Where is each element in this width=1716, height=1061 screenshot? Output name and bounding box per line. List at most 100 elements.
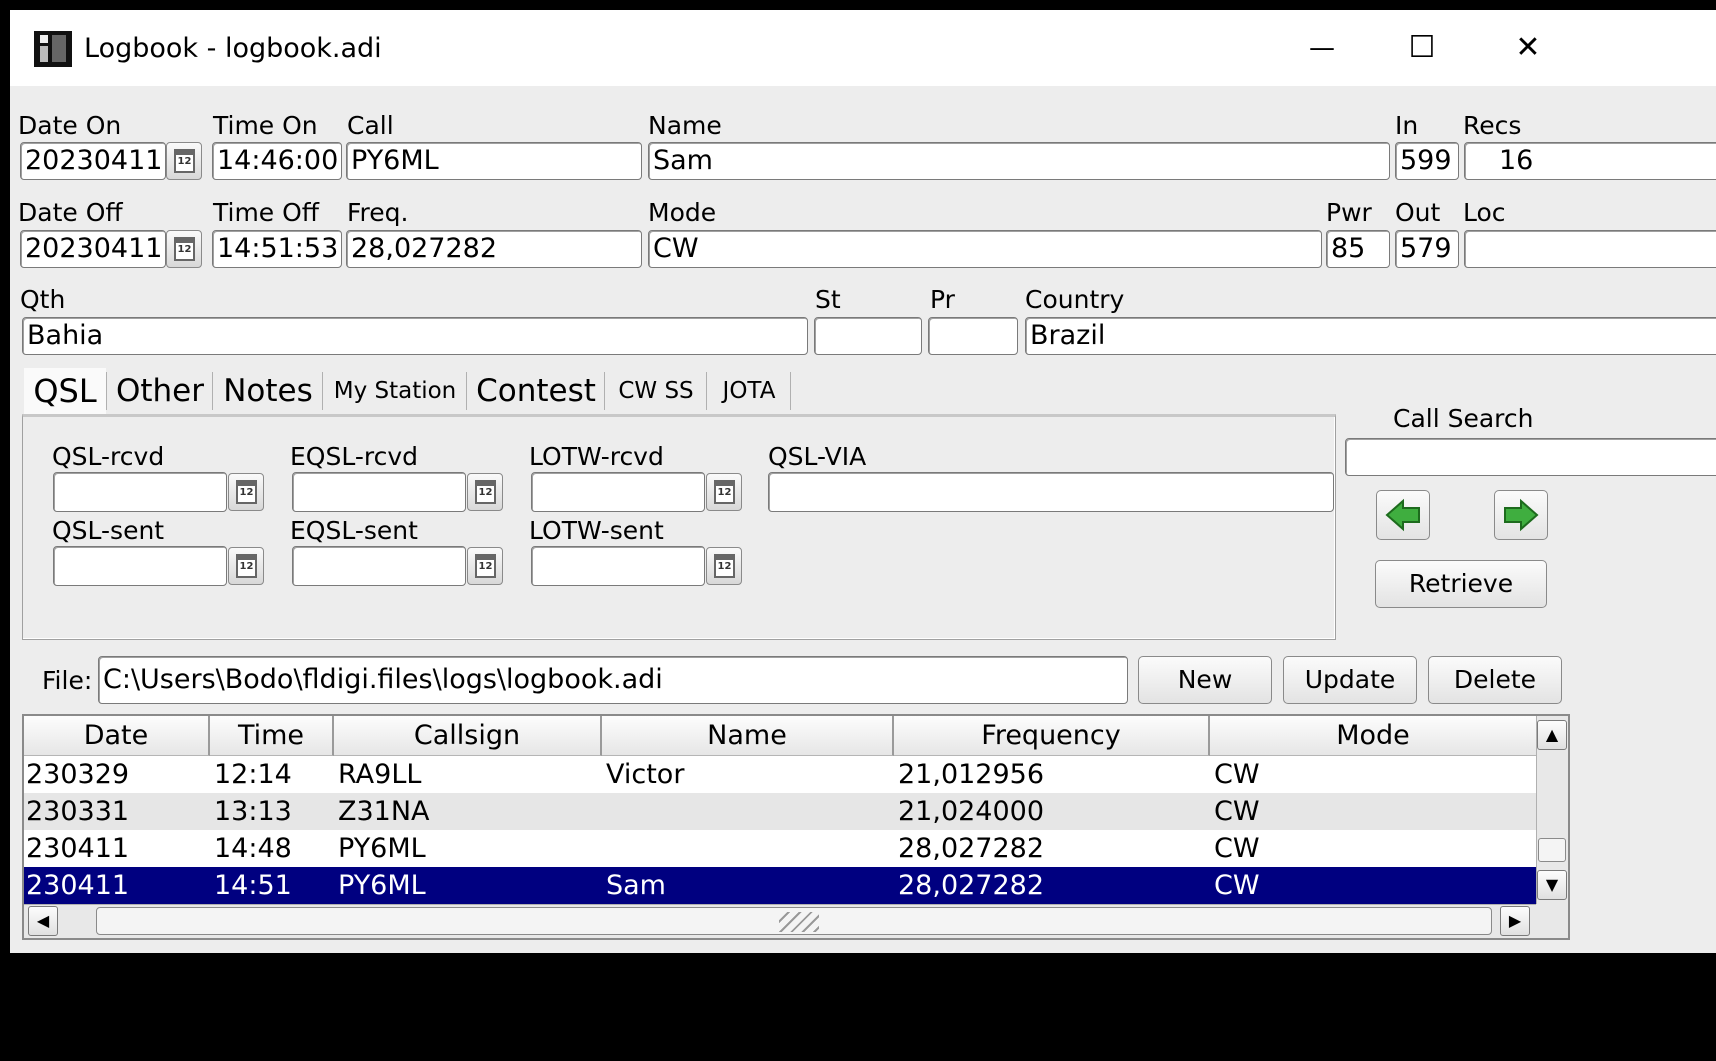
- qsl-via-field[interactable]: [768, 472, 1334, 512]
- date-on-label: Date On: [18, 111, 122, 140]
- update-button[interactable]: Update: [1283, 656, 1417, 704]
- lotw-rcvd-calendar-icon[interactable]: 12: [706, 473, 742, 511]
- pwr-field[interactable]: 85: [1326, 230, 1390, 268]
- cell-mode: CW: [1214, 833, 1260, 864]
- qsl-rcvd-field[interactable]: [53, 472, 227, 512]
- retrieve-button[interactable]: Retrieve: [1375, 560, 1547, 608]
- time-on-field[interactable]: 14:46:00: [212, 142, 342, 180]
- column-header-frequency[interactable]: Frequency: [894, 716, 1210, 756]
- tab-qsl[interactable]: QSL: [24, 368, 106, 414]
- tab-cw-ss[interactable]: CW SS: [608, 368, 704, 414]
- column-header-time[interactable]: Time: [210, 716, 334, 756]
- tab-jota[interactable]: JOTA: [710, 368, 788, 414]
- minimize-button[interactable]: —: [1292, 28, 1352, 68]
- loc-field[interactable]: [1464, 230, 1716, 268]
- cell-name: Sam: [606, 870, 666, 901]
- lotw-sent-calendar-icon[interactable]: 12: [706, 547, 742, 585]
- title-bar[interactable]: Logbook - logbook.adi — ☐ ✕: [10, 10, 1716, 86]
- maximize-button[interactable]: ☐: [1392, 28, 1452, 68]
- call-field[interactable]: PY6ML: [346, 142, 642, 180]
- column-header-name[interactable]: Name: [602, 716, 894, 756]
- state-field[interactable]: [814, 317, 922, 355]
- cell-callsign: PY6ML: [338, 833, 426, 864]
- horizontal-scroll-thumb[interactable]: [96, 907, 1492, 935]
- qsl-sent-calendar-icon[interactable]: 12: [228, 547, 264, 585]
- scroll-down-icon[interactable]: ▼: [1537, 870, 1567, 900]
- cell-mode: CW: [1214, 759, 1260, 790]
- grip-icon: [779, 912, 819, 932]
- out-label: Out: [1395, 198, 1441, 227]
- date-off-field[interactable]: 20230411: [20, 230, 166, 268]
- cell-date: 230329: [26, 759, 130, 790]
- cell-callsign: RA9LL: [338, 759, 422, 790]
- tab-contest[interactable]: Contest: [470, 368, 602, 414]
- cell-callsign: Z31NA: [338, 796, 430, 827]
- column-header-date[interactable]: Date: [24, 716, 210, 756]
- eqsl-sent-field[interactable]: [292, 546, 466, 586]
- cell-time: 13:13: [214, 796, 292, 827]
- tab-other[interactable]: Other: [110, 368, 210, 414]
- next-record-button[interactable]: [1494, 490, 1548, 540]
- delete-button[interactable]: Delete: [1428, 656, 1562, 704]
- eqsl-rcvd-calendar-icon[interactable]: 12: [467, 473, 503, 511]
- scroll-left-icon[interactable]: ◀: [28, 906, 58, 936]
- qth-field[interactable]: Bahia: [22, 317, 808, 355]
- date-off-calendar-icon[interactable]: 12: [166, 230, 202, 268]
- rst-in-field[interactable]: 599: [1395, 142, 1459, 180]
- lotw-rcvd-label: LOTW-rcvd: [529, 442, 664, 471]
- qsl-sent-field[interactable]: [53, 546, 227, 586]
- table-row[interactable]: 230411 14:51 PY6ML Sam 28,027282 CW: [24, 867, 1536, 904]
- cell-frequency: 21,012956: [898, 759, 1045, 790]
- st-label: St: [815, 285, 841, 314]
- lotw-sent-label: LOTW-sent: [529, 516, 664, 545]
- qsl-rcvd-calendar-icon[interactable]: 12: [228, 473, 264, 511]
- time-off-field[interactable]: 14:51:53: [212, 230, 342, 268]
- table-row[interactable]: 230329 12:14 RA9LL Victor 21,012956 CW: [24, 756, 1536, 793]
- country-field[interactable]: Brazil: [1025, 317, 1716, 355]
- file-label: File:: [42, 666, 93, 695]
- cell-time: 14:48: [214, 833, 292, 864]
- vertical-scroll-thumb[interactable]: [1538, 838, 1566, 862]
- qsl-rcvd-label: QSL-rcvd: [52, 442, 165, 471]
- in-label: In: [1395, 111, 1419, 140]
- province-field[interactable]: [928, 317, 1018, 355]
- column-header-callsign[interactable]: Callsign: [334, 716, 602, 756]
- tab-notes[interactable]: Notes: [216, 368, 320, 414]
- cell-callsign: PY6ML: [338, 870, 426, 901]
- rst-out-field[interactable]: 579: [1395, 230, 1459, 268]
- date-off-label: Date Off: [18, 198, 123, 227]
- table-row[interactable]: 230411 14:48 PY6ML 28,027282 CW: [24, 830, 1536, 867]
- eqsl-rcvd-field[interactable]: [292, 472, 466, 512]
- resize-grip[interactable]: [1536, 904, 1568, 938]
- recs-field: 16: [1464, 142, 1716, 180]
- name-field[interactable]: Sam: [648, 142, 1390, 180]
- arrow-left-icon: [1385, 498, 1420, 532]
- column-header-mode[interactable]: Mode: [1210, 716, 1536, 756]
- tab-my-station[interactable]: My Station: [326, 368, 464, 414]
- lotw-rcvd-field[interactable]: [531, 472, 705, 512]
- window-title: Logbook - logbook.adi: [84, 33, 382, 64]
- qth-label: Qth: [20, 285, 66, 314]
- scroll-right-icon[interactable]: ▶: [1500, 906, 1530, 936]
- scroll-up-icon[interactable]: ▲: [1537, 720, 1567, 750]
- eqsl-sent-calendar-icon[interactable]: 12: [467, 547, 503, 585]
- name-label: Name: [648, 111, 722, 140]
- date-on-field[interactable]: 20230411: [20, 142, 166, 180]
- table-row[interactable]: 230331 13:13 Z31NA 21,024000 CW: [24, 793, 1536, 830]
- recs-label: Recs: [1463, 111, 1522, 140]
- country-label: Country: [1025, 285, 1125, 314]
- new-button[interactable]: New: [1138, 656, 1272, 704]
- mode-field[interactable]: CW: [648, 230, 1322, 268]
- previous-record-button[interactable]: [1376, 490, 1430, 540]
- close-button[interactable]: ✕: [1498, 28, 1558, 68]
- cell-frequency: 28,027282: [898, 833, 1045, 864]
- freq-field[interactable]: 28,027282: [346, 230, 642, 268]
- date-on-calendar-icon[interactable]: 12: [166, 142, 202, 180]
- cell-mode: CW: [1214, 796, 1260, 827]
- call-search-field[interactable]: [1345, 438, 1716, 476]
- lotw-sent-field[interactable]: [531, 546, 705, 586]
- cell-time: 14:51: [214, 870, 292, 901]
- file-path-field[interactable]: C:\Users\Bodo\fldigi.files\logs\logbook.…: [98, 656, 1128, 704]
- qsl-sent-label: QSL-sent: [52, 516, 165, 545]
- time-off-label: Time Off: [213, 198, 320, 227]
